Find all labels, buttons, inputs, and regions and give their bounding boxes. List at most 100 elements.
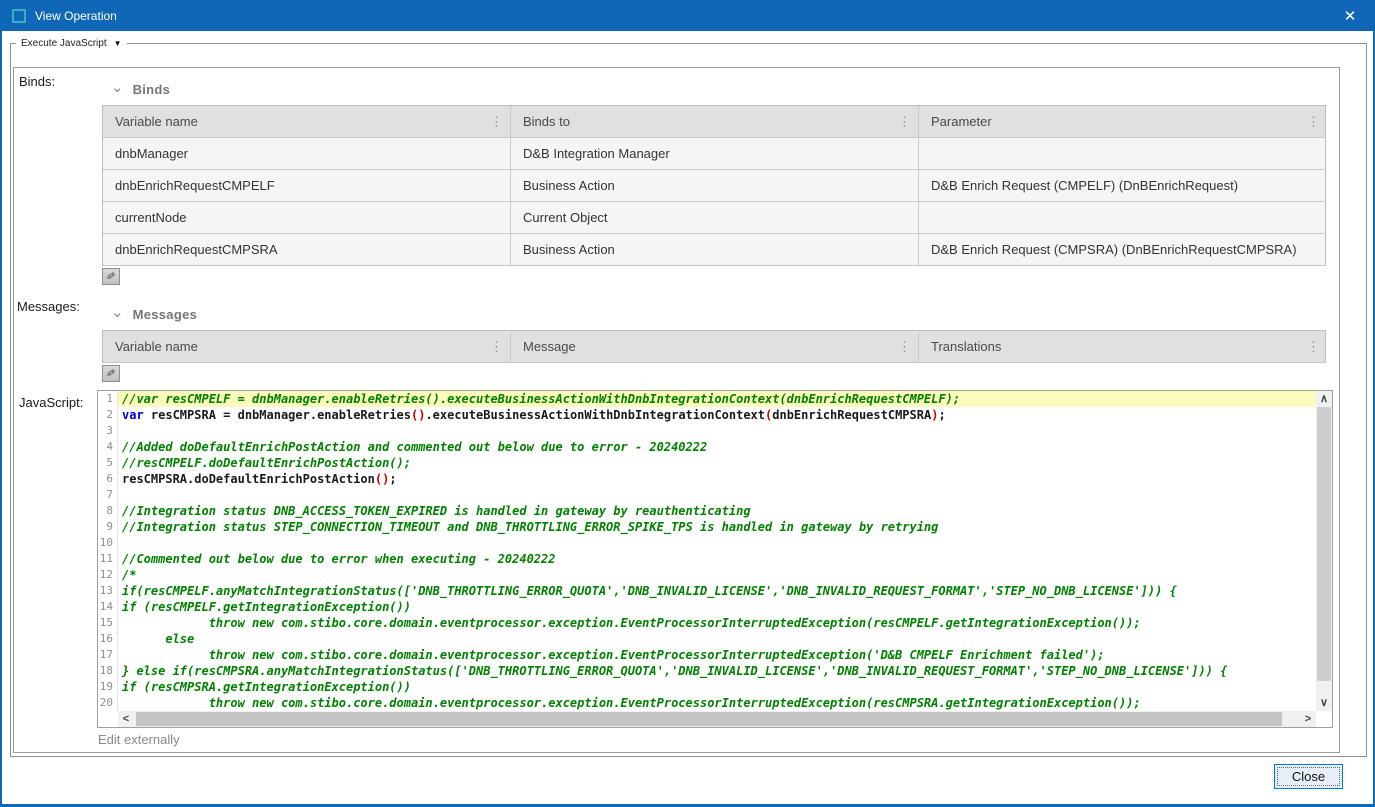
code-line: 20 throw new com.stibo.core.domain.event… — [98, 695, 1316, 711]
code-text: if(resCMPELF.anyMatchIntegrationStatus([… — [118, 583, 1316, 599]
line-number: 15 — [98, 615, 118, 631]
javascript-field-label: JavaScript: — [19, 395, 83, 410]
table-row[interactable]: dnbEnrichRequestCMPELFBusiness ActionD&B… — [103, 170, 1325, 202]
pencil-icon: ✎ — [105, 269, 116, 283]
code-text: //Added doDefaultEnrichPostAction and co… — [118, 439, 1316, 455]
table-header-cell: Variable name ⋮ — [103, 106, 511, 137]
table-cell: Current Object — [511, 202, 919, 233]
code-text: //Commented out below due to error when … — [118, 551, 1316, 567]
horizontal-scrollbar[interactable]: < > — [118, 711, 1316, 727]
column-menu-icon[interactable]: ⋮ — [490, 116, 503, 128]
close-button[interactable]: Close — [1274, 764, 1343, 789]
horizontal-scroll-thumb[interactable] — [136, 712, 1282, 726]
column-menu-icon[interactable]: ⋮ — [898, 116, 911, 128]
column-menu-icon[interactable]: ⋮ — [490, 341, 503, 353]
binds-collapse-icon[interactable]: ⌄ — [111, 83, 124, 93]
table-header-cell: Binds to ⋮ — [511, 106, 919, 137]
code-text — [118, 535, 1316, 551]
code-line: 1//var resCMPELF = dnbManager.enableRetr… — [98, 391, 1316, 407]
code-line: 16 else — [98, 631, 1316, 647]
messages-section-title: Messages — [133, 307, 198, 322]
code-text: throw new com.stibo.core.domain.eventpro… — [118, 647, 1316, 663]
table-header-cell: Translations ⋮ — [919, 331, 1327, 362]
line-number: 2 — [98, 407, 118, 423]
code-line: 11//Commented out below due to error whe… — [98, 551, 1316, 567]
column-menu-icon[interactable]: ⋮ — [1307, 116, 1320, 128]
line-number: 18 — [98, 663, 118, 679]
code-text — [118, 423, 1316, 439]
window-icon — [12, 9, 26, 23]
code-line: 18} else if(resCMPSRA.anyMatchIntegratio… — [98, 663, 1316, 679]
window-close-icon[interactable]: ✕ — [1333, 0, 1367, 31]
table-header-cell: Message⋮ — [511, 331, 919, 362]
table-cell: Business Action — [511, 234, 919, 265]
code-line: 17 throw new com.stibo.core.domain.event… — [98, 647, 1316, 663]
javascript-editor[interactable]: 1//var resCMPELF = dnbManager.enableRetr… — [97, 390, 1333, 728]
code-text: var resCMPSRA = dnbManager.enableRetries… — [118, 407, 1316, 423]
code-text — [118, 487, 1316, 503]
code-text: } else if(resCMPSRA.anyMatchIntegrationS… — [118, 663, 1316, 679]
messages-section-header: ⌄ Messages — [111, 307, 197, 322]
table-header-row: Variable name⋮Message⋮ Translations ⋮ — [103, 331, 1325, 363]
line-number: 3 — [98, 423, 118, 439]
table-row[interactable]: dnbEnrichRequestCMPSRABusiness ActionD&B… — [103, 234, 1325, 266]
code-text: //var resCMPELF = dnbManager.enableRetri… — [118, 391, 1316, 407]
binds-field-label: Binds: — [19, 74, 55, 89]
messages-table: Variable name⋮Message⋮ Translations ⋮ — [102, 330, 1326, 363]
column-label: Variable name — [115, 114, 198, 129]
column-menu-icon[interactable]: ⋮ — [1307, 341, 1320, 353]
column-menu-icon[interactable]: ⋮ — [898, 341, 911, 353]
column-label: Translations — [931, 339, 1001, 354]
line-number: 7 — [98, 487, 118, 503]
table-cell: dnbManager — [103, 138, 511, 169]
line-number: 5 — [98, 455, 118, 471]
edit-externally-link[interactable]: Edit externally — [98, 732, 180, 747]
line-number: 12 — [98, 567, 118, 583]
operation-dropdown-icon[interactable]: ▼ — [114, 39, 122, 48]
pencil-icon: ✎ — [105, 366, 116, 380]
line-number: 11 — [98, 551, 118, 567]
code-text: //Integration status DNB_ACCESS_TOKEN_EX… — [118, 503, 1316, 519]
code-line: 10 — [98, 535, 1316, 551]
scroll-right-icon[interactable]: > — [1300, 711, 1316, 727]
line-number: 14 — [98, 599, 118, 615]
messages-field-label: Messages: — [17, 299, 80, 314]
table-cell: dnbEnrichRequestCMPSRA — [103, 234, 511, 265]
code-view[interactable]: 1//var resCMPELF = dnbManager.enableRetr… — [98, 391, 1316, 711]
code-line: 3 — [98, 423, 1316, 439]
operation-legend: Execute JavaScript ▼ — [16, 38, 127, 49]
binds-section-title: Binds — [133, 82, 171, 97]
line-number: 16 — [98, 631, 118, 647]
binds-edit-button[interactable]: ✎ — [102, 268, 120, 285]
table-header-cell: Variable name⋮ — [103, 331, 511, 362]
table-row[interactable]: dnbManagerD&B Integration Manager — [103, 138, 1325, 170]
operation-legend-label: Execute JavaScript — [21, 38, 107, 49]
column-label: Binds to — [523, 114, 570, 129]
code-line: 15 throw new com.stibo.core.domain.event… — [98, 615, 1316, 631]
titlebar[interactable]: View Operation ✕ — [0, 0, 1375, 31]
code-line: 5//resCMPELF.doDefaultEnrichPostAction()… — [98, 455, 1316, 471]
table-cell: Business Action — [511, 170, 919, 201]
line-number: 19 — [98, 679, 118, 695]
messages-edit-button[interactable]: ✎ — [102, 365, 120, 382]
code-text: throw new com.stibo.core.domain.eventpro… — [118, 695, 1316, 711]
vertical-scroll-thumb[interactable] — [1317, 407, 1331, 681]
code-line: 2var resCMPSRA = dnbManager.enableRetrie… — [98, 407, 1316, 423]
code-line: 12/* — [98, 567, 1316, 583]
table-cell: currentNode — [103, 202, 511, 233]
code-text: if (resCMPELF.getIntegrationException()) — [118, 599, 1316, 615]
table-header-row: Variable name⋮Binds to⋮Parameter⋮ — [103, 106, 1325, 138]
scroll-up-icon[interactable]: ∧ — [1316, 391, 1332, 407]
scroll-left-icon[interactable]: < — [118, 711, 134, 727]
messages-collapse-icon[interactable]: ⌄ — [111, 308, 124, 318]
table-cell: dnbEnrichRequestCMPELF — [103, 170, 511, 201]
line-number: 8 — [98, 503, 118, 519]
table-row[interactable]: currentNodeCurrent Object — [103, 202, 1325, 234]
line-number: 20 — [98, 695, 118, 711]
scroll-down-icon[interactable]: ∨ — [1316, 695, 1332, 711]
code-text: resCMPSRA.doDefaultEnrichPostAction(); — [118, 471, 1316, 487]
table-cell — [919, 202, 1327, 233]
code-line: 4//Added doDefaultEnrichPostAction and c… — [98, 439, 1316, 455]
close-button-label: Close — [1277, 767, 1340, 786]
vertical-scrollbar[interactable]: ∧ ∨ — [1316, 391, 1332, 711]
